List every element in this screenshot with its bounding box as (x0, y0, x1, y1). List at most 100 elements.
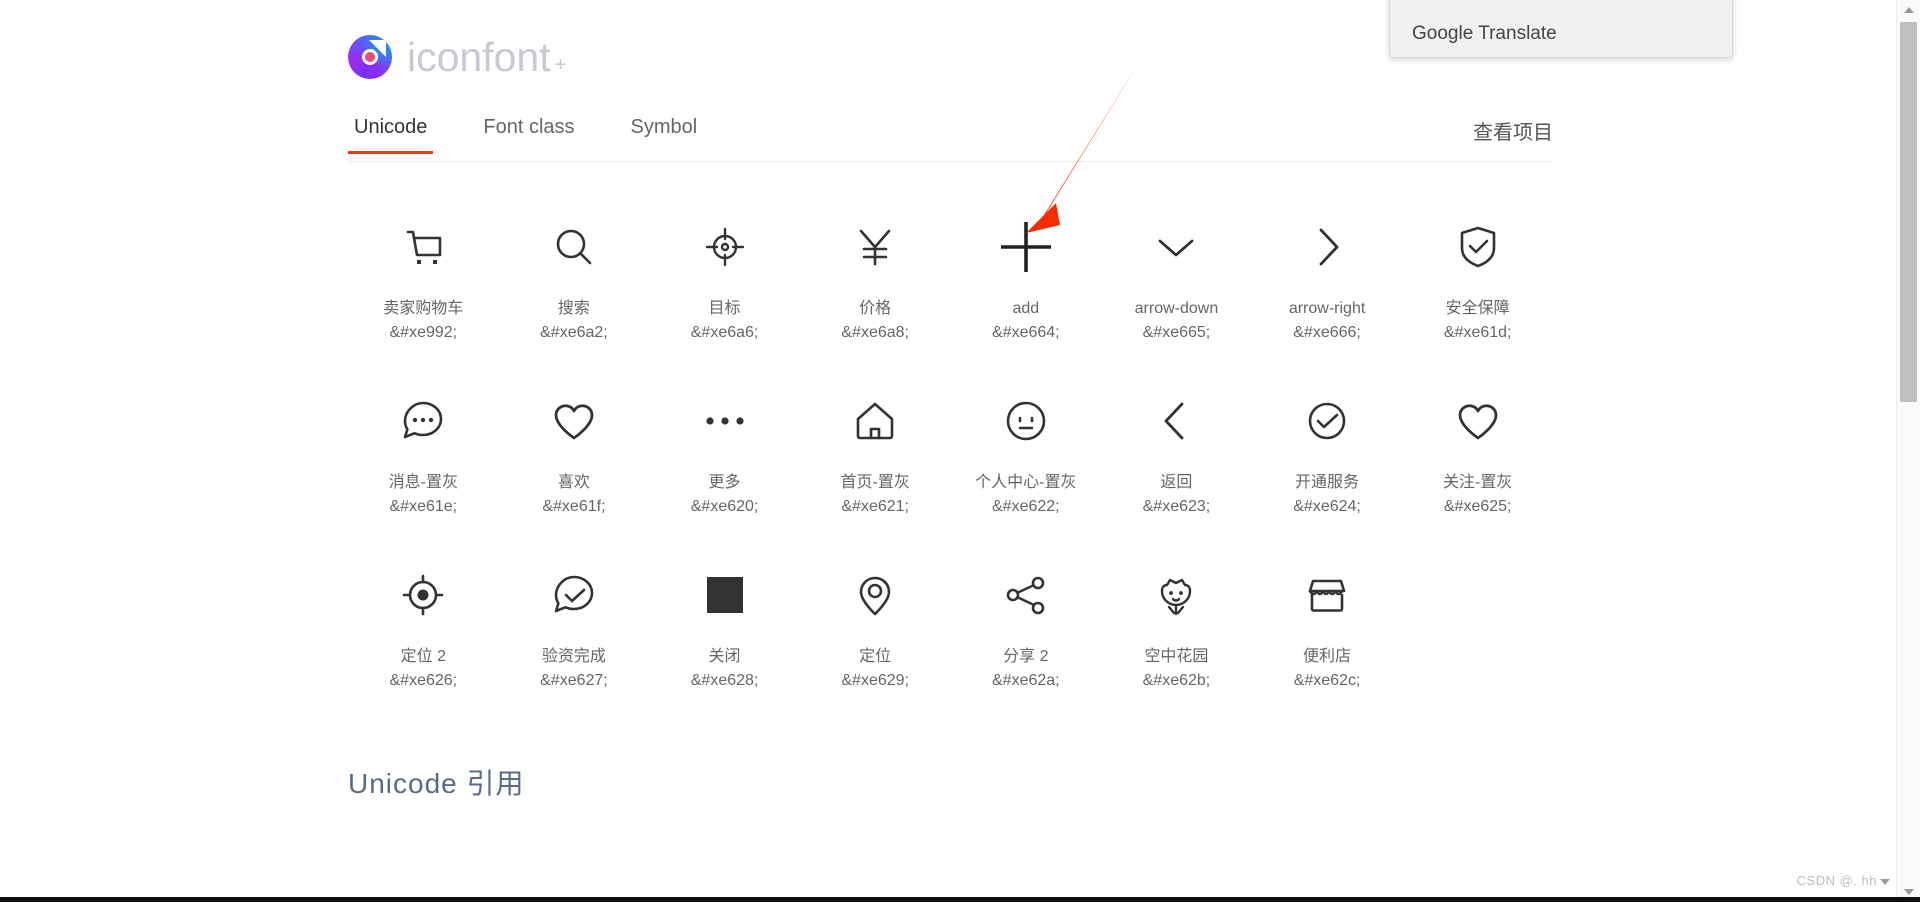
icon-cell[interactable]: 关注-置灰 &#xe625; (1402, 360, 1553, 534)
icon-name: 安全保障 (1445, 300, 1510, 317)
icon-code: &#xe665; (1142, 324, 1211, 341)
icon-code: &#xe621; (841, 498, 909, 515)
icon-name: 喜欢 (557, 474, 590, 491)
icon-cell[interactable]: 定位 &#xe629; (800, 534, 951, 708)
icon-cell[interactable]: 首页-置灰 &#xe621; (800, 360, 951, 534)
icon-code: &#xe6a6; (690, 324, 759, 341)
screen: iconfont + Unicode Font class Symbol 查看项… (0, 0, 1920, 902)
google-translate-popup[interactable]: Google Translate (1389, 0, 1733, 58)
icon-cell[interactable]: 卖家购物车 &#xe992; (348, 186, 499, 360)
icon-cell[interactable]: 安全保障 &#xe61d; (1402, 186, 1553, 360)
icon-cell[interactable]: 个人中心-置灰 &#xe622; (951, 360, 1102, 534)
tab-symbol[interactable]: Symbol (625, 116, 704, 153)
icon-cell[interactable]: 价格 &#xe6a8; (800, 186, 951, 360)
icon-code: &#xe666; (1293, 324, 1361, 341)
icon-name: 定位 2 (400, 648, 446, 665)
icon-cell[interactable]: 关闭 &#xe628; (649, 534, 800, 708)
icon-code: &#xe629; (841, 672, 909, 689)
icon-name: arrow-down (1134, 300, 1219, 317)
icon-cell[interactable]: add &#xe664; (951, 186, 1102, 360)
share-nodes-icon (955, 562, 1098, 628)
icon-code: &#xe61e; (389, 498, 458, 515)
icon-code: &#xe628; (690, 672, 759, 689)
icon-code: &#xe6a2; (540, 324, 608, 341)
icon-name: 价格 (859, 300, 892, 317)
scrollbar-thumb[interactable] (1900, 22, 1917, 402)
icon-cell[interactable]: 验资完成 &#xe627; (499, 534, 650, 708)
message-bubble-icon (352, 388, 495, 454)
bottom-edge (0, 897, 1920, 902)
icon-cell[interactable]: arrow-right &#xe666; (1252, 186, 1403, 360)
icon-name: 分享 2 (1003, 648, 1049, 665)
icon-cell[interactable]: 空中花园 &#xe62b; (1101, 534, 1252, 708)
storefront-icon (1256, 562, 1399, 628)
csdn-watermark: CSDN @. hh (1797, 873, 1890, 888)
icon-code: &#xe61f; (542, 498, 606, 515)
view-project-link[interactable]: 查看项目 (1473, 116, 1553, 159)
location-pin-icon (804, 562, 947, 628)
icon-name: 便利店 (1303, 648, 1352, 665)
circle-check-icon (1256, 388, 1399, 454)
scroll-up-arrow-icon[interactable] (1897, 0, 1920, 20)
icon-cell[interactable]: 定位 2 &#xe626; (348, 534, 499, 708)
icon-name: arrow-right (1288, 300, 1366, 317)
icon-name: 目标 (708, 300, 741, 317)
shopping-cart-icon (352, 214, 495, 280)
iconfont-page: iconfont + Unicode Font class Symbol 查看项… (0, 0, 1896, 902)
tab-font-class[interactable]: Font class (477, 116, 580, 153)
heart-outline-icon (1406, 388, 1549, 454)
target-icon (653, 214, 796, 280)
page-scrollbar[interactable] (1896, 0, 1920, 902)
icon-code: &#xe6a8; (841, 324, 909, 341)
chevron-right-icon (1256, 214, 1399, 280)
icon-code: &#xe62c; (1293, 672, 1361, 689)
chevron-down-icon (1105, 214, 1248, 280)
icon-name: 卖家购物车 (383, 300, 464, 317)
watermark-text: CSDN @. hh (1796, 873, 1877, 888)
icon-cell[interactable]: 分享 2 &#xe62a; (951, 534, 1102, 708)
icon-code: &#xe62a; (992, 672, 1060, 689)
icon-name: 个人中心-置灰 (975, 474, 1077, 491)
icon-code: &#xe620; (690, 498, 759, 515)
search-icon (503, 214, 646, 280)
icon-name: add (1012, 300, 1040, 317)
heart-icon (503, 388, 646, 454)
more-dots-icon (653, 388, 796, 454)
icon-code: &#xe61d; (1443, 324, 1512, 341)
icon-cell[interactable]: 目标 &#xe6a6; (649, 186, 800, 360)
icon-name: 开通服务 (1295, 474, 1360, 491)
icon-grid: 卖家购物车 &#xe992; 搜索 &#xe6a2; 目标 &#xe6a6; 价… (348, 186, 1553, 708)
filled-square-icon (653, 562, 796, 628)
iconfont-logo-icon (348, 35, 392, 79)
icon-code: &#xe992; (389, 324, 458, 341)
icon-cell[interactable]: 开通服务 &#xe624; (1252, 360, 1403, 534)
icon-code: &#xe627; (540, 672, 608, 689)
tab-unicode[interactable]: Unicode (348, 116, 434, 154)
icon-code: &#xe626; (389, 672, 458, 689)
icon-name: 空中花园 (1144, 648, 1209, 665)
flower-face-icon (1105, 562, 1248, 628)
icon-code: &#xe624; (1293, 498, 1361, 515)
content-column: iconfont + Unicode Font class Symbol 查看项… (348, 0, 1553, 802)
site-logo-plus: + (554, 54, 567, 76)
bubble-check-icon (503, 562, 646, 628)
translate-popup-title: Google Translate (1412, 23, 1557, 44)
icon-name: 返回 (1160, 474, 1193, 491)
icon-cell-empty (1402, 534, 1553, 708)
icon-name: 搜索 (557, 300, 590, 317)
icon-cell[interactable]: 搜索 &#xe6a2; (499, 186, 650, 360)
icon-name: 关闭 (708, 648, 741, 665)
icon-name: 验资完成 (541, 648, 606, 665)
section-title: Unicode 引用 (348, 768, 525, 799)
user-face-icon (955, 388, 1098, 454)
icon-cell[interactable]: 便利店 &#xe62c; (1252, 534, 1403, 708)
icon-cell[interactable]: arrow-down &#xe665; (1101, 186, 1252, 360)
icon-cell[interactable]: 返回 &#xe623; (1101, 360, 1252, 534)
view-tabs: Unicode Font class Symbol 查看项目 (348, 116, 1553, 162)
site-logo[interactable]: iconfont + (348, 0, 1553, 80)
icon-cell[interactable]: 喜欢 &#xe61f; (499, 360, 650, 534)
icon-name: 首页-置灰 (840, 474, 910, 491)
icon-cell[interactable]: 更多 &#xe620; (649, 360, 800, 534)
icon-code: &#xe62b; (1142, 672, 1211, 689)
icon-cell[interactable]: 消息-置灰 &#xe61e; (348, 360, 499, 534)
